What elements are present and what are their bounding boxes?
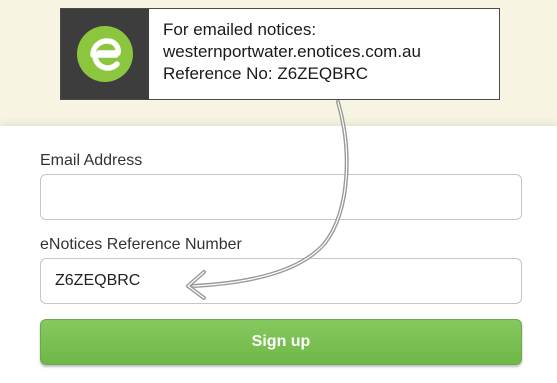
reference-number-field[interactable] — [40, 258, 522, 304]
notice-reference: Reference No: Z6ZEQBRC — [163, 64, 369, 83]
email-label: Email Address — [40, 152, 143, 169]
enotices-logo — [61, 9, 149, 99]
signup-button[interactable]: Sign up — [40, 319, 522, 365]
notice-intro: For emailed notices: — [163, 20, 317, 39]
enotices-e-logo-icon — [77, 26, 133, 82]
enotices-notice-card: For emailed notices: westernportwater.en… — [60, 8, 500, 100]
signup-form: Email Address eNotices Reference Number … — [0, 126, 557, 383]
email-field[interactable] — [40, 174, 522, 220]
reference-label: eNotices Reference Number — [40, 236, 242, 253]
notice-text: For emailed notices: westernportwater.en… — [149, 9, 421, 99]
notice-website: westernportwater.enotices.com.au — [163, 42, 421, 61]
